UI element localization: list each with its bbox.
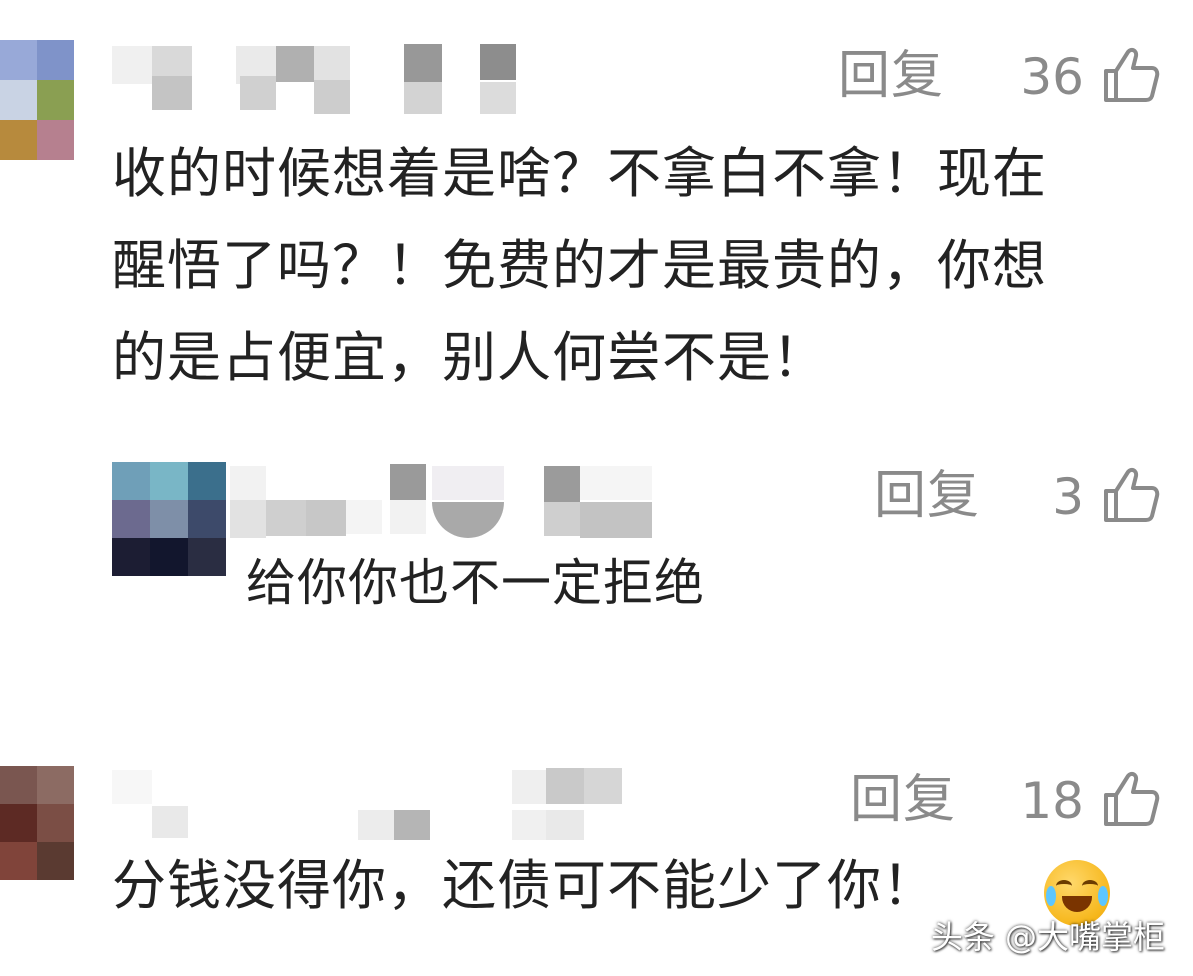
reply-button[interactable]: 回复	[874, 470, 980, 522]
reply-item: 回复 3 给你你也不一定拒绝	[0, 450, 1193, 650]
comment-text-line: 醒悟了吗？！免费的才是最贵的，你想	[112, 234, 1047, 297]
comment-thread: 回复 36 收的时候想着是啥？不拿白不拿！现在 醒悟了吗？！免费的才是最贵的，你…	[0, 0, 1193, 976]
thumbs-up-icon[interactable]	[1100, 44, 1162, 106]
username-blurred[interactable]	[112, 766, 622, 846]
avatar[interactable]	[112, 462, 226, 576]
username-blurred[interactable]	[112, 40, 516, 116]
reply-button[interactable]: 回复	[850, 774, 956, 826]
thumbs-up-icon[interactable]	[1100, 768, 1162, 830]
watermark: 头条 @大嘴掌柜	[930, 918, 1165, 956]
thumbs-up-icon[interactable]	[1100, 464, 1162, 526]
like-count: 3	[1052, 468, 1084, 526]
reply-text: 给你你也不一定拒绝	[246, 554, 705, 612]
reply-button[interactable]: 回复	[838, 50, 944, 102]
like-count: 18	[1020, 772, 1084, 830]
comment-text-line: 的是占便宜，别人何尝不是！	[112, 326, 827, 389]
username-blurred[interactable]	[230, 462, 652, 542]
comment-text-line: 收的时候想着是啥？不拿白不拿！现在	[112, 142, 1047, 205]
comment-text: 分钱没得你，还债可不能少了你！	[112, 854, 937, 917]
avatar[interactable]	[0, 40, 74, 160]
avatar[interactable]	[0, 766, 74, 880]
like-count: 36	[1020, 48, 1084, 106]
comment-item: 回复 36 收的时候想着是啥？不拿白不拿！现在 醒悟了吗？！免费的才是最贵的，你…	[0, 0, 1193, 420]
